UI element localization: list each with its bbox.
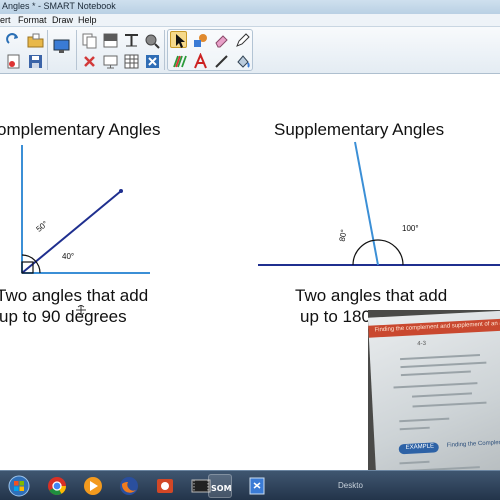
capture-icon[interactable]: [143, 31, 160, 49]
textbook-example-title: Finding the Compleme: [446, 439, 500, 449]
menu-format[interactable]: Format: [18, 14, 47, 26]
chrome-icon[interactable]: [40, 474, 74, 498]
menu-draw[interactable]: Draw: [52, 14, 73, 26]
eraser-icon[interactable]: [212, 31, 229, 48]
creative-pen-icon[interactable]: [170, 52, 187, 69]
delete-icon[interactable]: [80, 52, 97, 69]
menu-insert[interactable]: ert: [0, 14, 11, 26]
start-orb-icon[interactable]: [2, 474, 36, 498]
save-icon[interactable]: [26, 52, 43, 69]
supplementary-heading: Supplementary Angles: [274, 120, 445, 139]
menu-bar: ert Format Draw Help: [0, 14, 500, 27]
line-icon[interactable]: [212, 52, 229, 69]
window-title: Angles * - SMART Notebook: [2, 1, 116, 11]
webcam-overlay: Finding the complement and supplement of…: [368, 310, 500, 470]
powerpoint-icon[interactable]: [148, 474, 182, 498]
complementary-desc-line1: Two angles that add: [0, 286, 149, 305]
som-app-label: SOM: [211, 484, 232, 493]
tray-hint: Deskto: [338, 481, 363, 490]
taskbar: SOM Deskto: [0, 470, 500, 500]
title-bar: Angles * - SMART Notebook: [0, 0, 500, 14]
text-icon[interactable]: [191, 52, 208, 69]
mouse-cursor-icon: [76, 305, 86, 315]
toolbar: [0, 27, 500, 74]
redo-icon[interactable]: [4, 31, 21, 48]
open-folder-icon[interactable]: [26, 31, 44, 48]
copy-icon[interactable]: [80, 31, 97, 49]
textbook-header: 4-3: [417, 340, 427, 348]
table-icon[interactable]: [122, 52, 139, 69]
screen-shade-icon[interactable]: [101, 31, 118, 48]
smart-notebook-window: Angles * - SMART Notebook ert Format Dra…: [0, 0, 500, 500]
screen-icon[interactable]: [101, 52, 118, 69]
supplementary-angle-b-label: 100°: [402, 224, 419, 233]
page-delete-icon[interactable]: [4, 52, 21, 69]
complementary-desc-line2: up to 90 degrees: [0, 307, 127, 326]
shapes-icon[interactable]: [191, 31, 208, 48]
menu-help[interactable]: Help: [78, 14, 97, 26]
add-page-icon[interactable]: [143, 52, 160, 69]
complementary-heading: omplementary Angles: [0, 120, 161, 139]
media-player-icon[interactable]: [76, 474, 110, 498]
pen-icon[interactable]: [233, 31, 250, 48]
notebook-icon[interactable]: [240, 474, 274, 498]
supplementary-ray: [354, 141, 379, 266]
text-format-icon[interactable]: [122, 31, 139, 48]
fill-icon[interactable]: [233, 52, 250, 69]
complementary-angle-b-label: 40°: [62, 252, 75, 261]
firefox-icon[interactable]: [112, 474, 146, 498]
select-icon[interactable]: [170, 31, 187, 48]
som-app-button[interactable]: SOM: [208, 474, 232, 498]
supplementary-desc-line1: Two angles that add: [295, 286, 448, 305]
textbook-image: Finding the complement and supplement of…: [368, 310, 500, 470]
display-icon[interactable]: [52, 37, 70, 54]
